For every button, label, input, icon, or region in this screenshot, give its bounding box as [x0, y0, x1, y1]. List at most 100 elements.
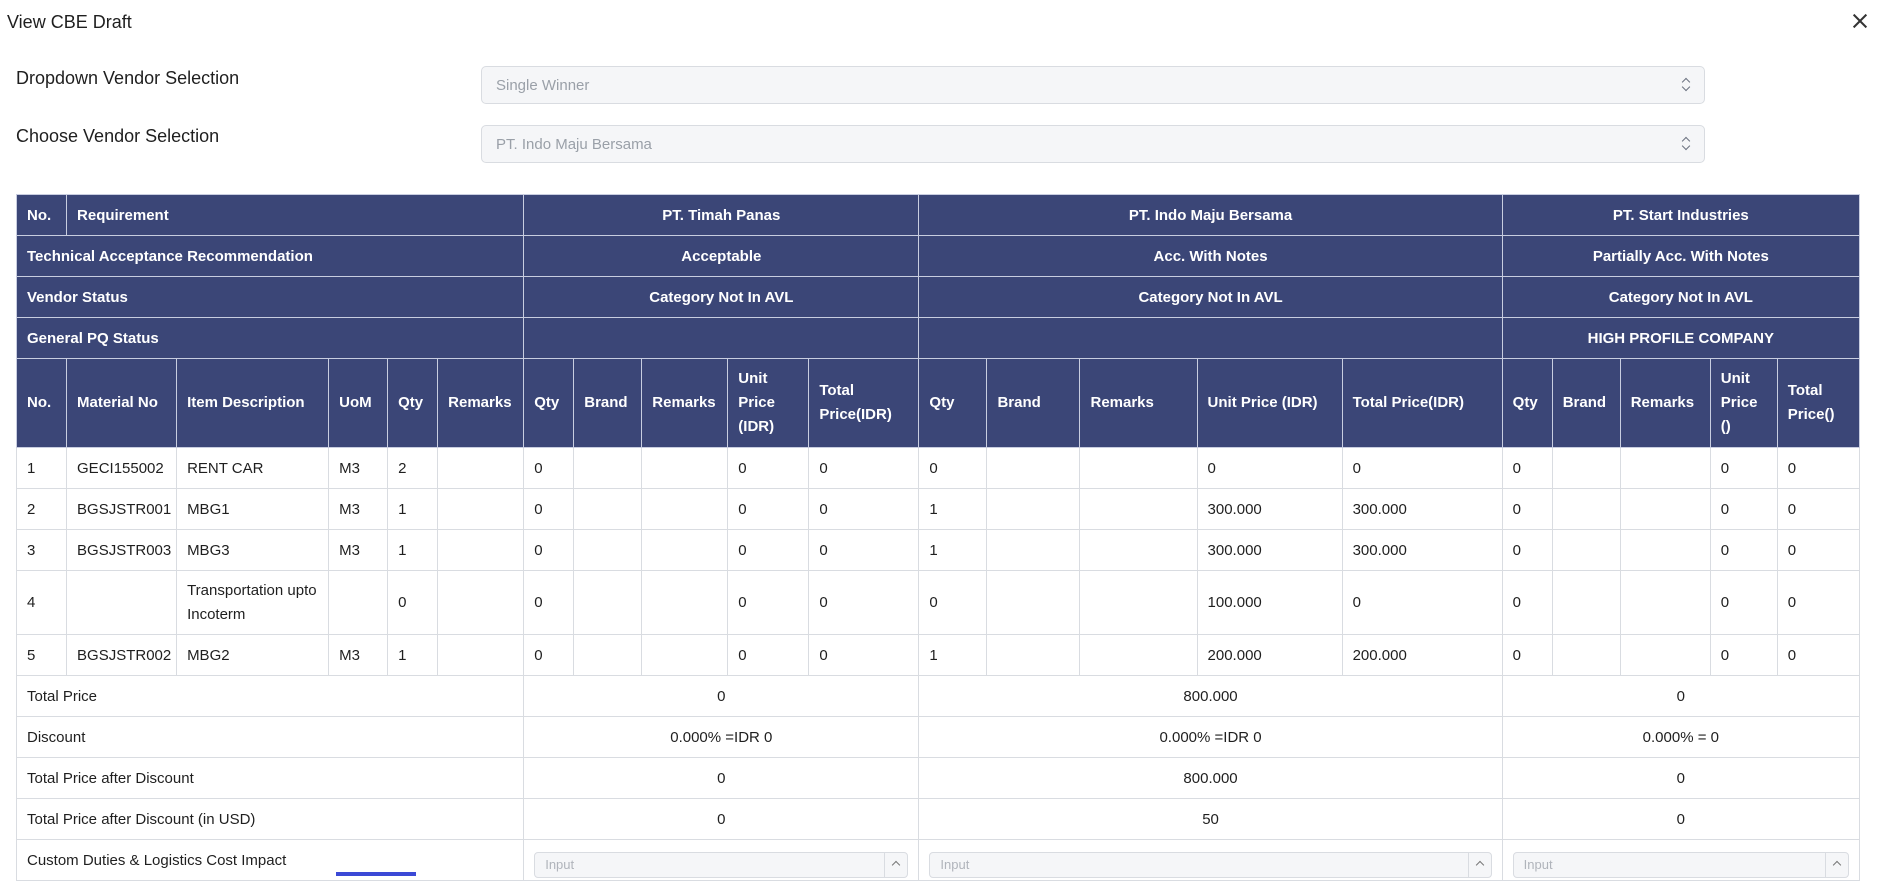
table-row: 5 BGSJSTR002 MBG2 M3 1 0 0 0 1 200.000 2… — [15, 634, 1861, 676]
cell-vendor-total-price: 200.000 — [1341, 634, 1503, 676]
cell-vendor-remarks — [641, 570, 729, 635]
taskbar-accent — [336, 872, 416, 876]
technical-acceptance-value: Acc. With Notes — [918, 235, 1503, 277]
custom-duties-input[interactable]: Input — [929, 852, 1492, 878]
cell-vendor-remarks — [1619, 634, 1711, 676]
cell-vendor-qty: 0 — [918, 570, 988, 635]
custom-duties-input[interactable]: Input — [534, 852, 909, 878]
col-vendor-unit-price: Unit Price (IDR) — [1196, 358, 1343, 448]
cell-vendor-total-price: 0 — [1776, 634, 1861, 676]
choose-vendor-selection-select[interactable]: PT. Indo Maju Bersama — [481, 125, 1705, 163]
cell-vendor-remarks — [641, 634, 729, 676]
col-vendor-brand: Brand — [573, 358, 643, 448]
summary-value: 800.000 — [918, 675, 1503, 717]
cell-uom — [328, 570, 389, 635]
chevron-up-icon[interactable] — [884, 853, 907, 877]
pq-status-value — [523, 317, 920, 359]
cell-vendor-unit-price: 0 — [1196, 447, 1343, 489]
dialog-title: View CBE Draft — [7, 12, 132, 32]
custom-duties-cell: Input — [918, 839, 1503, 881]
cell-vendor-total-price: 0 — [1776, 570, 1861, 635]
cell-vendor-brand — [573, 634, 643, 676]
chevron-up-icon[interactable] — [1467, 853, 1491, 877]
custom-duties-input[interactable]: Input — [1512, 852, 1849, 878]
cell-vendor-unit-price: 0 — [1709, 488, 1778, 530]
cell-uom: M3 — [328, 488, 389, 530]
pq-status-value — [918, 317, 1503, 359]
cell-vendor-brand — [573, 570, 643, 635]
cell-vendor-total-price: 0 — [808, 488, 920, 530]
cell-vendor-unit-price: 0 — [727, 634, 810, 676]
table-row: 1 GECI155002 RENT CAR M3 2 0 0 0 0 0 0 0… — [15, 447, 1861, 489]
cbe-comparison-table: No. Requirement PT. Timah Panas PT. Indo… — [15, 194, 1861, 881]
cell-vendor-qty: 0 — [1501, 529, 1553, 571]
cell-material-no — [66, 570, 178, 635]
chevron-up-down-icon — [1682, 136, 1690, 152]
cell-vendor-remarks — [1079, 529, 1198, 571]
cell-vendor-remarks — [641, 529, 729, 571]
column-header-row: No. Material No Item Description UoM Qty… — [15, 358, 1861, 448]
vendor-status-label: Vendor Status — [15, 276, 525, 318]
cell-vendor-total-price: 300.000 — [1341, 529, 1503, 571]
custom-duties-cell: Input — [523, 839, 920, 881]
technical-acceptance-label: Technical Acceptance Recommendation — [15, 235, 525, 277]
vendor-status-value: Category Not In AVL — [918, 276, 1503, 318]
col-uom: UoM — [328, 358, 389, 448]
col-item-description: Item Description — [176, 358, 330, 448]
col-vendor-total-price: Total Price(IDR) — [808, 358, 920, 448]
cell-qty: 0 — [387, 570, 439, 635]
cell-vendor-qty: 0 — [523, 529, 575, 571]
cell-vendor-brand — [573, 447, 643, 489]
cell-vendor-unit-price: 0 — [1709, 570, 1778, 635]
cell-vendor-brand — [986, 488, 1081, 530]
technical-acceptance-value: Acceptable — [523, 235, 920, 277]
cell-vendor-qty: 1 — [918, 488, 988, 530]
cell-vendor-unit-price: 200.000 — [1196, 634, 1343, 676]
col-qty: Qty — [387, 358, 439, 448]
summary-value: 800.000 — [918, 757, 1503, 799]
dropdown-vendor-selection-select[interactable]: Single Winner — [481, 66, 1705, 104]
requirement-header: Requirement — [66, 194, 525, 236]
cell-no: 5 — [15, 634, 68, 676]
summary-value: 50 — [918, 798, 1503, 840]
summary-value: 0 — [523, 757, 920, 799]
cell-vendor-remarks — [1079, 488, 1198, 530]
cell-item-description: Transportation upto Incoterm — [176, 570, 330, 635]
cell-remarks — [437, 488, 525, 530]
cell-vendor-unit-price: 0 — [727, 488, 810, 530]
cell-vendor-total-price: 0 — [808, 570, 920, 635]
vendor-name: PT. Timah Panas — [523, 194, 920, 236]
cell-vendor-qty: 0 — [1501, 447, 1553, 489]
pq-status-label: General PQ Status — [15, 317, 525, 359]
cell-vendor-remarks — [1619, 570, 1711, 635]
col-vendor-qty: Qty — [1501, 358, 1553, 448]
cell-uom: M3 — [328, 634, 389, 676]
dialog-header: View CBE Draft — [0, 0, 1887, 44]
cell-vendor-total-price: 0 — [808, 447, 920, 489]
col-material-no: Material No — [66, 358, 178, 448]
summary-label: Total Price after Discount (in USD) — [15, 798, 525, 840]
col-vendor-qty: Qty — [523, 358, 575, 448]
cell-vendor-brand — [1551, 488, 1621, 530]
technical-acceptance-value: Partially Acc. With Notes — [1501, 235, 1861, 277]
cell-item-description: RENT CAR — [176, 447, 330, 489]
cell-vendor-unit-price: 0 — [727, 570, 810, 635]
summary-label: Total Price — [15, 675, 525, 717]
cell-vendor-qty: 0 — [523, 570, 575, 635]
cell-remarks — [437, 634, 525, 676]
cell-vendor-remarks — [1619, 447, 1711, 489]
cell-qty: 1 — [387, 488, 439, 530]
chevron-up-icon[interactable] — [1825, 853, 1848, 877]
custom-duties-placeholder: Input — [940, 857, 970, 872]
col-vendor-remarks: Remarks — [1619, 358, 1711, 448]
close-icon[interactable] — [1849, 10, 1871, 32]
cell-vendor-qty: 0 — [523, 447, 575, 489]
vendor-name: PT. Start Industries — [1501, 194, 1861, 236]
choose-vendor-selection-label: Choose Vendor Selection — [16, 126, 220, 146]
summary-value: 0 — [523, 675, 920, 717]
summary-row-total-after-discount-usd: Total Price after Discount (in USD) 0 50… — [15, 798, 1861, 840]
cell-qty: 1 — [387, 529, 439, 571]
cell-no: 3 — [15, 529, 68, 571]
cell-vendor-brand — [1551, 529, 1621, 571]
cell-remarks — [437, 570, 525, 635]
